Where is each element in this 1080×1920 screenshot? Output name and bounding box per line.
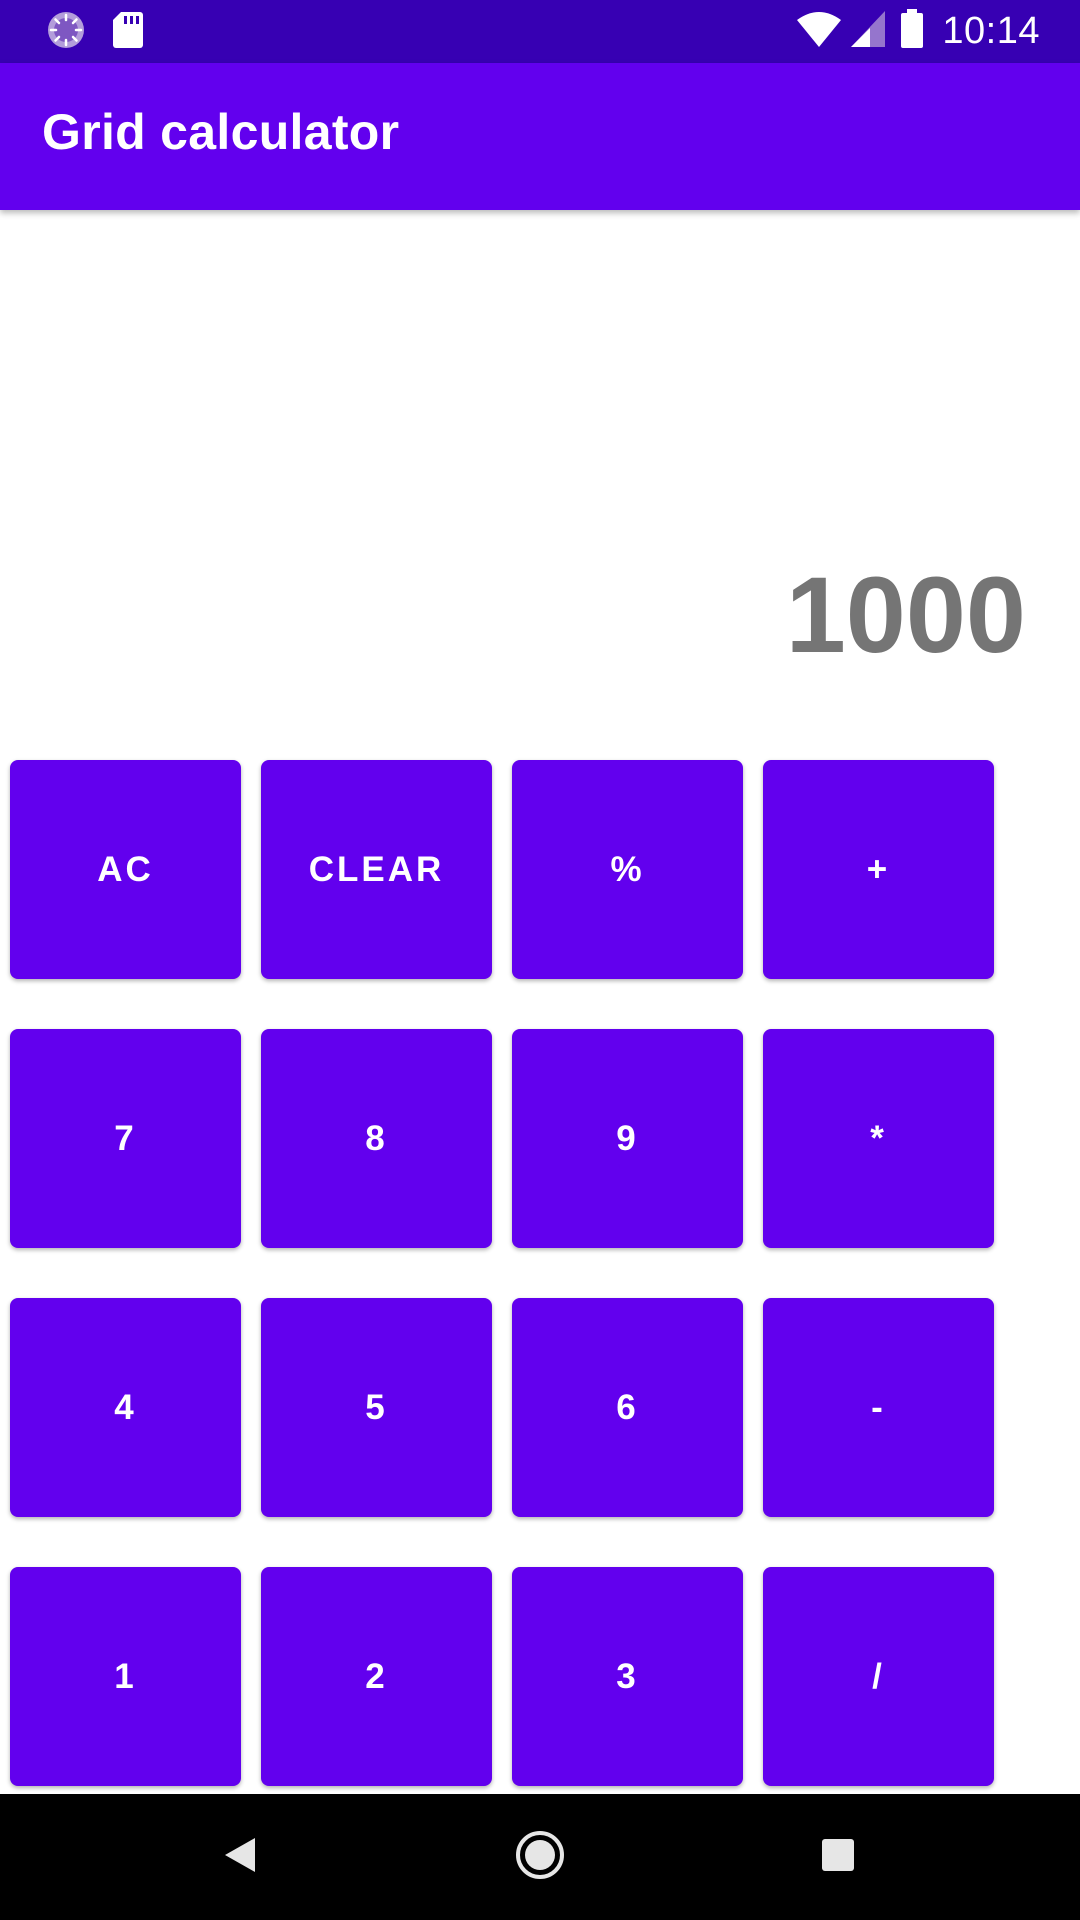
digit-6-button[interactable]: 6 (512, 1298, 743, 1517)
subtract-button[interactable]: - (763, 1298, 994, 1517)
sd-card-icon (112, 11, 144, 54)
digit-8-button[interactable]: 8 (261, 1029, 492, 1248)
recents-icon (821, 1838, 855, 1877)
home-button[interactable] (500, 1817, 580, 1897)
multiply-button[interactable]: * (763, 1029, 994, 1248)
back-icon (222, 1835, 258, 1880)
app-bar: Grid calculator (0, 63, 1080, 210)
home-icon (515, 1830, 565, 1885)
divide-button[interactable]: / (763, 1567, 994, 1786)
digit-9-button[interactable]: 9 (512, 1029, 743, 1248)
recents-button[interactable] (798, 1817, 878, 1897)
clear-button[interactable]: CLEAR (261, 760, 492, 979)
digit-1-button[interactable]: 1 (10, 1567, 241, 1786)
result-display: 1000 (785, 554, 1026, 675)
status-time: 10:14 (942, 10, 1040, 52)
digit-5-button[interactable]: 5 (261, 1298, 492, 1517)
wifi-icon (796, 10, 842, 53)
digit-7-button[interactable]: 7 (10, 1029, 241, 1248)
percent-button[interactable]: % (512, 760, 743, 979)
app-title: Grid calculator (42, 104, 400, 160)
navigation-bar (0, 1794, 1080, 1920)
digit-4-button[interactable]: 4 (10, 1298, 241, 1517)
cell-signal-icon (850, 10, 886, 53)
sync-icon (46, 10, 86, 55)
status-bar: 10:14 (0, 0, 1080, 63)
battery-icon (900, 9, 924, 54)
back-button[interactable] (200, 1817, 280, 1897)
ac-button[interactable]: AC (10, 760, 241, 979)
digit-3-button[interactable]: 3 (512, 1567, 743, 1786)
digit-2-button[interactable]: 2 (261, 1567, 492, 1786)
add-button[interactable]: + (763, 760, 994, 979)
